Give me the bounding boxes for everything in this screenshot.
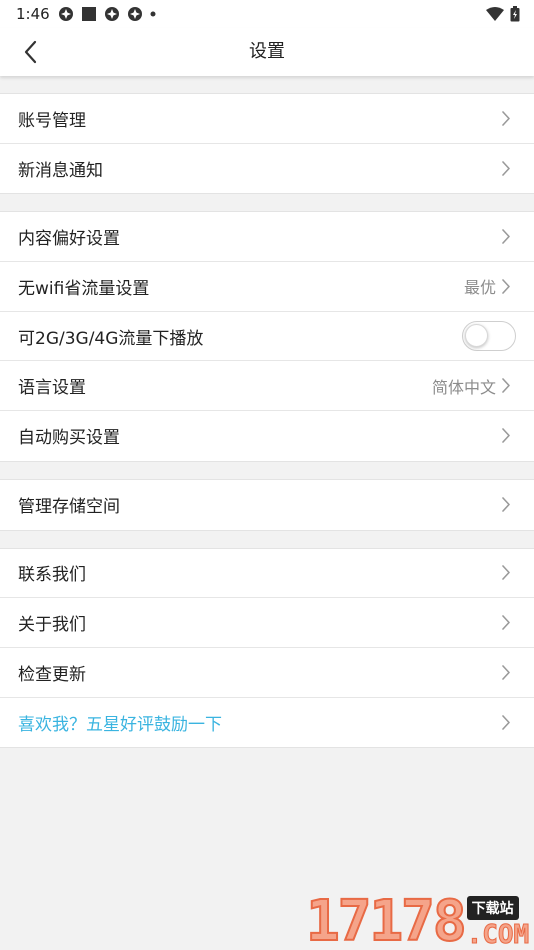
settings-row-label: 语言设置 bbox=[18, 378, 86, 399]
chevron-right-icon bbox=[500, 713, 512, 731]
chevron-right-icon bbox=[500, 564, 512, 582]
toggle-switch[interactable] bbox=[462, 321, 516, 352]
settings-row-value: 最优 bbox=[463, 278, 496, 298]
watermark-suffix: .COM bbox=[466, 920, 530, 950]
settings-row-label: 管理存储空间 bbox=[18, 497, 120, 518]
settings-row[interactable]: 自动购买设置 bbox=[0, 411, 534, 461]
nav-bar: 设置 bbox=[0, 28, 534, 76]
settings-group: 账号管理 新消息通知 bbox=[0, 93, 534, 195]
watermark-badge: 下载站 bbox=[466, 896, 519, 920]
chevron-right-icon bbox=[500, 663, 512, 681]
chevron-right-icon bbox=[500, 228, 512, 246]
dot-icon bbox=[150, 11, 156, 17]
settings-row[interactable]: 关于我们 bbox=[0, 598, 534, 648]
watermark-number: 17178 bbox=[305, 889, 468, 950]
settings-row-label: 可2G/3G/4G流量下播放 bbox=[18, 328, 204, 349]
chevron-right-icon bbox=[500, 496, 512, 514]
chevron-right-icon bbox=[500, 377, 512, 395]
settings-row-label: 检查更新 bbox=[18, 664, 86, 685]
chevron-right-icon bbox=[500, 109, 512, 127]
settings-group: 管理存储空间 bbox=[0, 478, 534, 531]
settings-row[interactable]: 喜欢我？五星好评鼓励一下 bbox=[0, 698, 534, 748]
settings-row-label: 新消息通知 bbox=[18, 161, 103, 182]
settings-row[interactable]: 可2G/3G/4G流量下播放 bbox=[0, 312, 534, 362]
settings-row[interactable]: 管理存储空间 bbox=[0, 480, 534, 530]
settings-row[interactable]: 语言设置 简体中文 bbox=[0, 361, 534, 412]
watermark-logo: 17178 下载站 .COM bbox=[305, 886, 534, 950]
settings-row-label: 联系我们 bbox=[18, 565, 86, 586]
page-title: 设置 bbox=[249, 41, 285, 62]
chevron-right-icon bbox=[500, 427, 512, 445]
settings-row[interactable]: 检查更新 bbox=[0, 648, 534, 698]
chevron-right-icon bbox=[500, 277, 512, 295]
app-notification-icon bbox=[127, 6, 143, 22]
app-notification-icon bbox=[58, 6, 74, 22]
toggle-knob bbox=[465, 324, 488, 348]
square-notification-icon bbox=[81, 6, 97, 22]
chevron-right-icon bbox=[500, 614, 512, 632]
settings-row[interactable]: 新消息通知 bbox=[0, 144, 534, 194]
settings-row-value: 简体中文 bbox=[431, 377, 496, 397]
settings-row[interactable]: 无wifi省流量设置 最优 bbox=[0, 262, 534, 312]
settings-row[interactable]: 账号管理 bbox=[0, 94, 534, 144]
settings-row-label: 账号管理 bbox=[18, 110, 86, 131]
app-notification-icon bbox=[104, 6, 120, 22]
status-time: 1:46 bbox=[16, 5, 50, 23]
settings-row-label: 内容偏好设置 bbox=[18, 229, 120, 250]
wifi-icon bbox=[486, 7, 504, 21]
settings-group: 联系我们关于我们检查更新喜欢我？五星好评鼓励一下 bbox=[0, 547, 534, 749]
settings-row[interactable]: 内容偏好设置 bbox=[0, 212, 534, 263]
status-bar: 1:46 bbox=[0, 0, 534, 28]
settings-group: 内容偏好设置无wifi省流量设置 最优可2G/3G/4G流量下播放 语言设置 简体中文… bbox=[0, 211, 534, 462]
settings-list: 账号管理新消息通知内容偏好设置无wifi省流量设置 最优可2G/3G/4G流量下播… bbox=[0, 76, 534, 749]
settings-row[interactable]: 联系我们 bbox=[0, 549, 534, 599]
settings-row-label: 喜欢我？五星好评鼓励一下 bbox=[18, 714, 222, 735]
settings-row-label: 无wifi省流量设置 bbox=[18, 278, 150, 299]
battery-icon bbox=[510, 6, 520, 22]
settings-row-label: 自动购买设置 bbox=[18, 428, 120, 449]
settings-row-label: 关于我们 bbox=[18, 615, 86, 636]
chevron-right-icon bbox=[500, 160, 512, 178]
